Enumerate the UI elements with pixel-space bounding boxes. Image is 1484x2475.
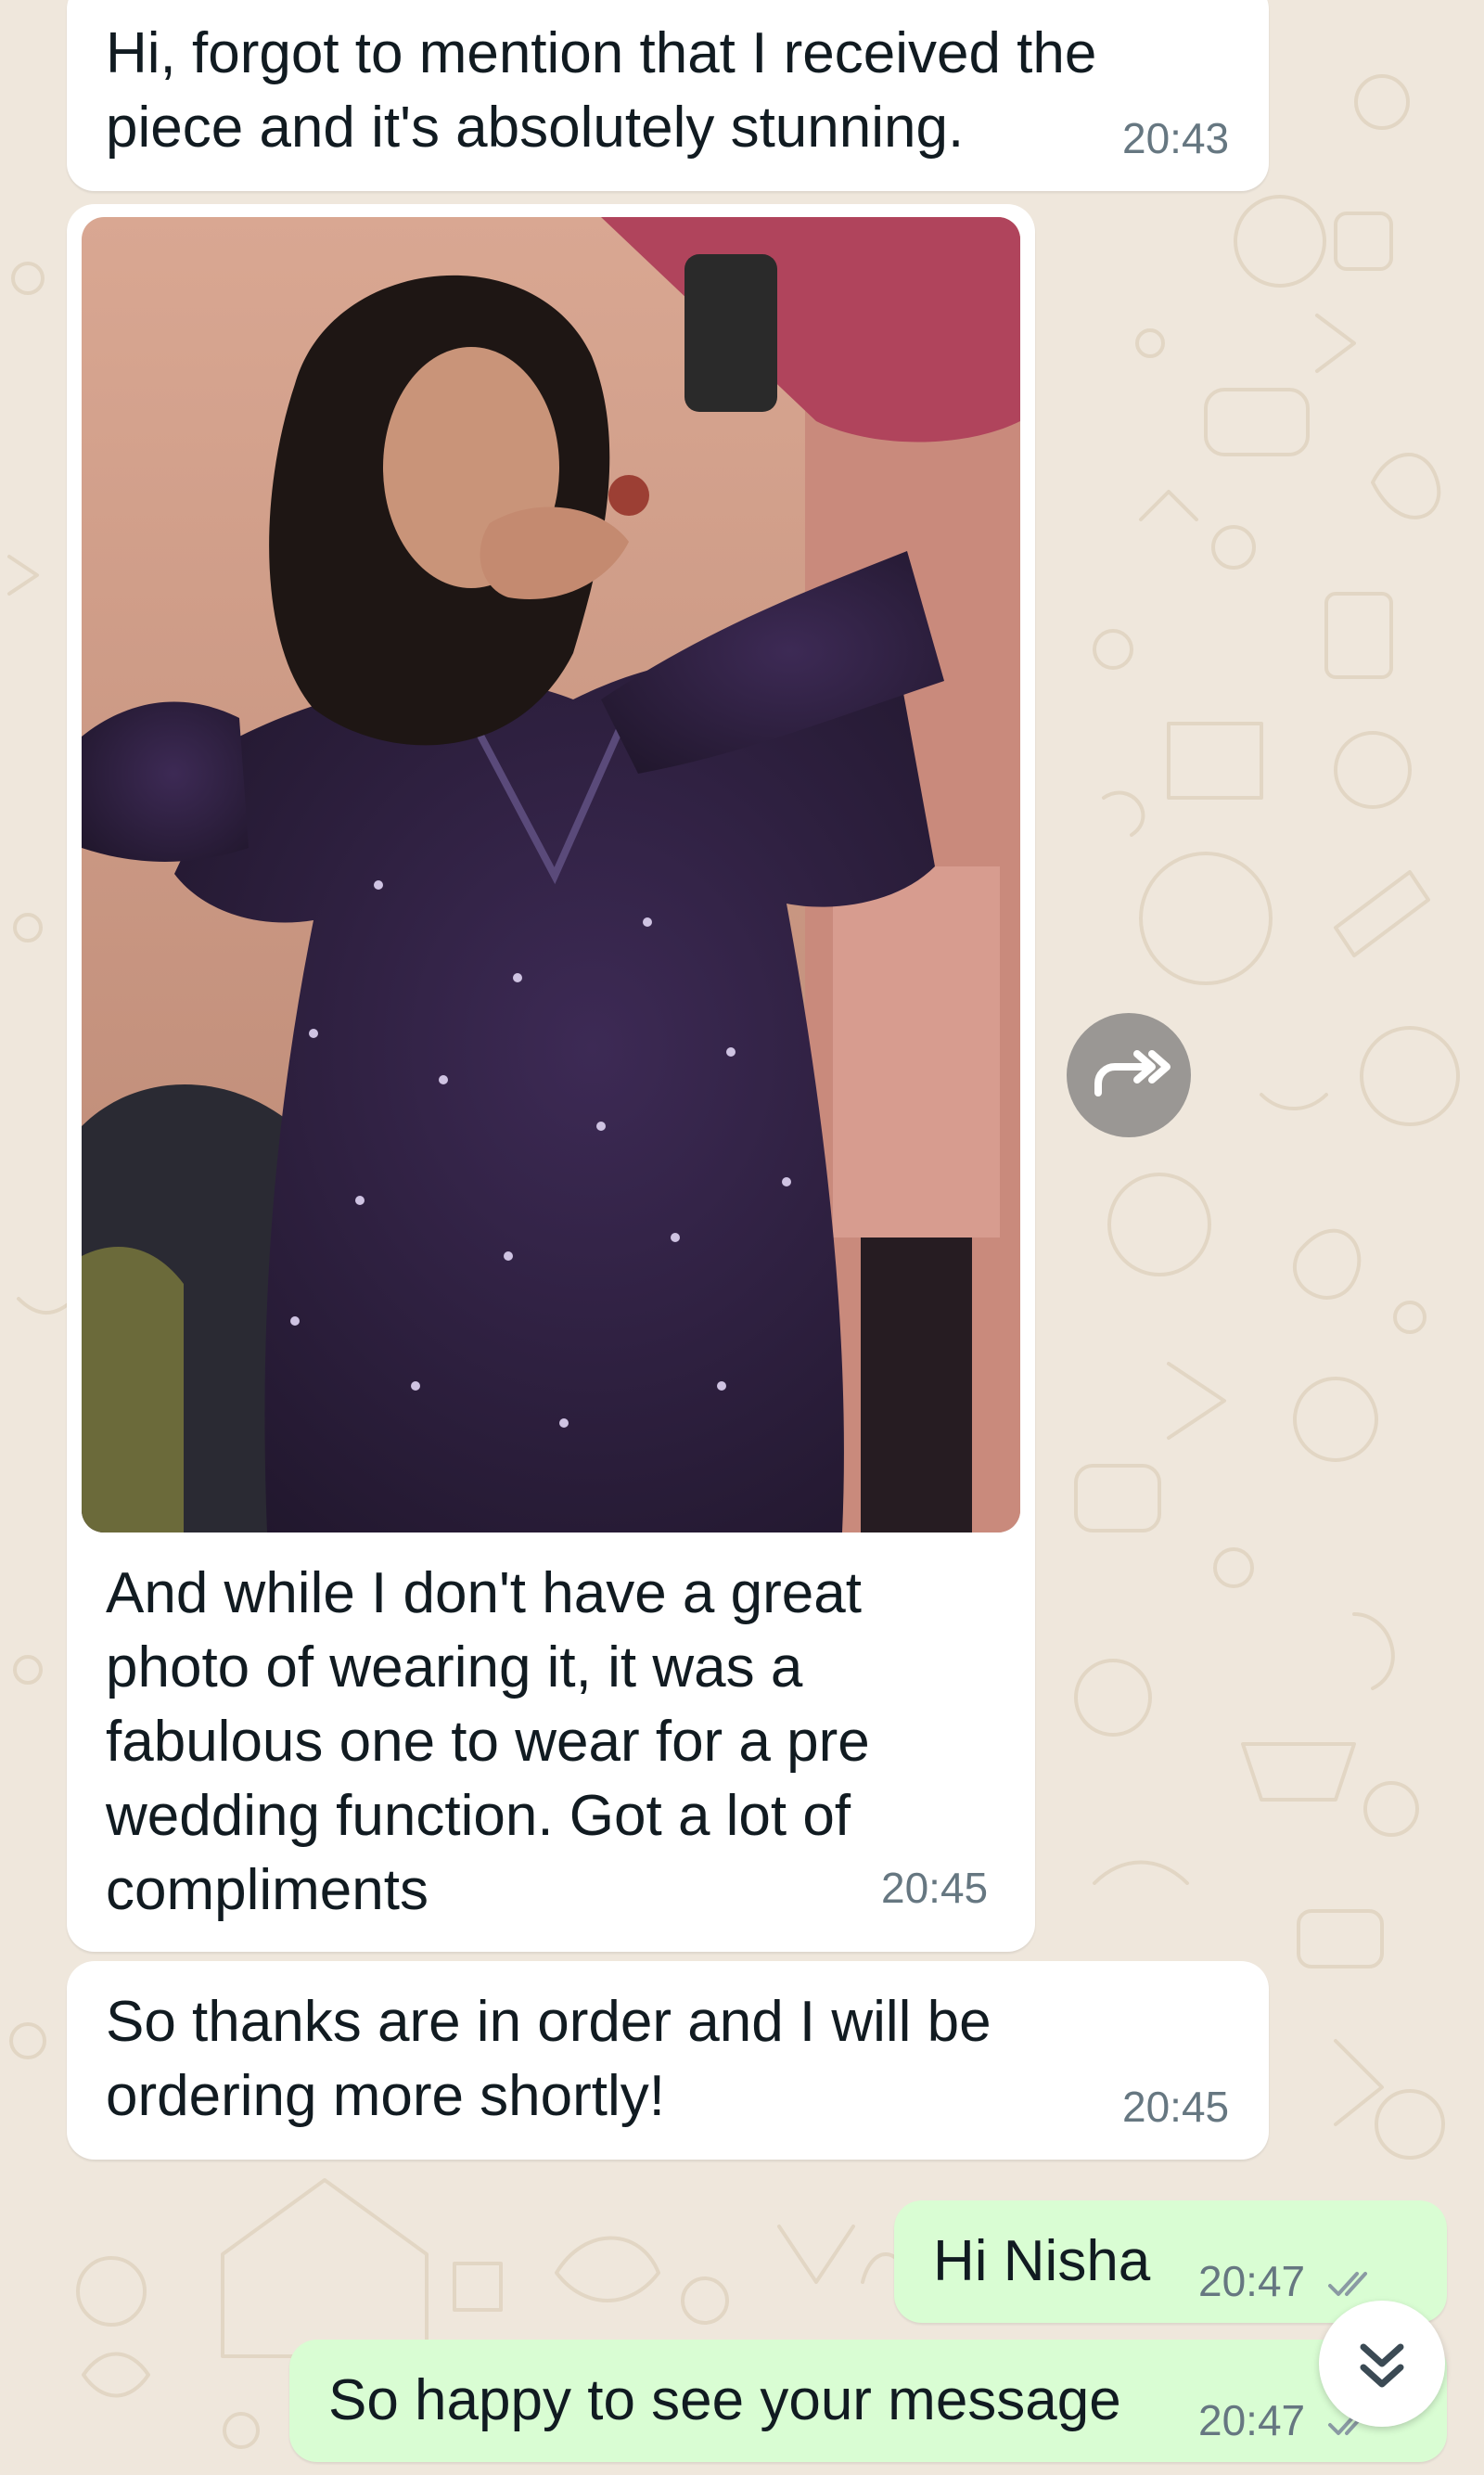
message-timestamp: 20:45	[881, 1864, 989, 1912]
message-text: Hi Nisha	[933, 2229, 1151, 2293]
message-timestamp: 20:47	[1198, 2257, 1306, 2305]
incoming-message-bubble[interactable]: Hi, forgot to mention that I received th…	[67, 0, 1269, 191]
message-text: So happy to see your message	[328, 2368, 1121, 2432]
image-caption-text: And while I don't have a great photo of …	[106, 1561, 870, 1922]
forward-button[interactable]	[1067, 1013, 1191, 1137]
incoming-message-bubble[interactable]: So thanks are in order and I will be ord…	[67, 1961, 1269, 2160]
message-timestamp: 20:45	[1122, 2083, 1230, 2131]
message-timestamp: 20:43	[1122, 114, 1230, 162]
photo-image	[82, 217, 1020, 1532]
message-text: So thanks are in order and I will be ord…	[106, 1990, 991, 2128]
scroll-to-bottom-button[interactable]	[1319, 2301, 1445, 2427]
double-tick-icon	[1328, 2272, 1367, 2296]
message-timestamp: 20:47	[1198, 2396, 1306, 2444]
forward-icon	[1094, 1050, 1171, 1096]
outgoing-message-bubble[interactable]: So happy to see your message 20:47	[289, 2340, 1447, 2462]
attached-photo[interactable]	[82, 217, 1020, 1532]
double-chevron-down-icon	[1360, 2343, 1404, 2388]
message-text: Hi, forgot to mention that I received th…	[106, 21, 1097, 160]
